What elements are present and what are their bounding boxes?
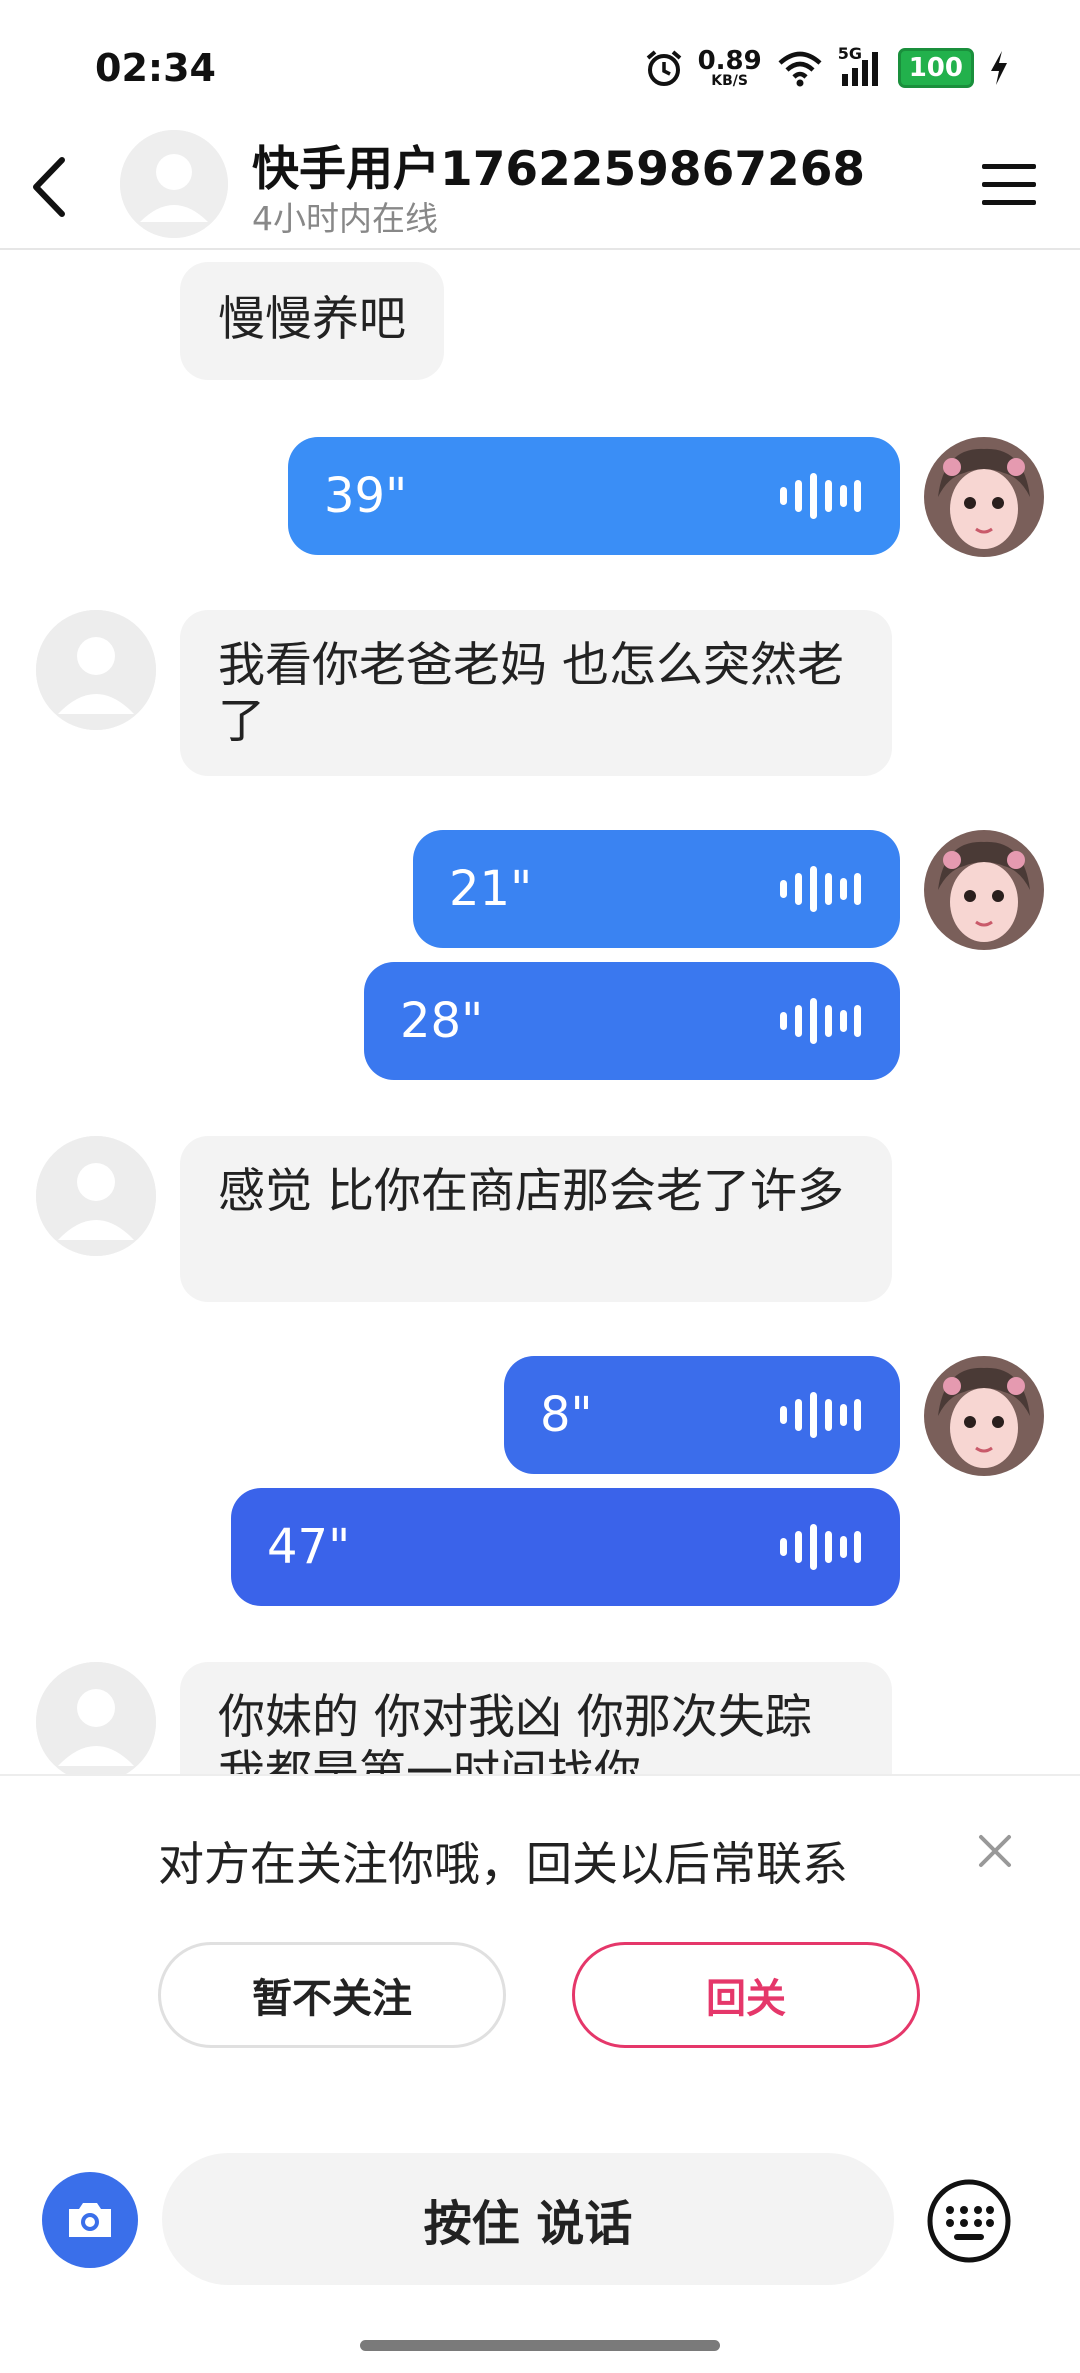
chat-message-list[interactable]: 慢慢养吧 39" 我看你老爸老妈 也怎么突然老了 21" 28" 感觉 比你在商… xyxy=(0,252,1080,1774)
contact-avatar-small[interactable] xyxy=(36,1662,156,1774)
contact-avatar-small[interactable] xyxy=(36,610,156,730)
voice-wave-icon xyxy=(780,998,861,1044)
status-icons: 0.89 KB/S 5G 100 xyxy=(644,44,1010,88)
incoming-text-bubble[interactable]: 我看你老爸老妈 也怎么突然老了 xyxy=(180,610,892,776)
default-user-icon xyxy=(36,610,156,730)
follow-back-button[interactable]: 回关 xyxy=(572,1942,920,2048)
status-bar: 02:34 0.89 KB/S 5G 100 xyxy=(0,0,1080,140)
signal-bars-icon xyxy=(841,52,878,86)
voice-wave-icon xyxy=(780,866,861,912)
voice-wave-icon xyxy=(780,1524,861,1570)
voice-wave-icon xyxy=(780,473,861,519)
incoming-text-bubble[interactable]: 慢慢养吧 xyxy=(180,262,444,380)
not-follow-button[interactable]: 暂不关注 xyxy=(158,1942,506,2048)
incoming-text-bubble[interactable]: 感觉 比你在商店那会老了许多 xyxy=(180,1136,892,1302)
follow-back-prompt: 对方在关注你哦，回关以后常联系 暂不关注 回关 xyxy=(0,1774,1080,2074)
keyboard-icon[interactable] xyxy=(926,2178,1012,2264)
outgoing-voice-bubble[interactable]: 8" xyxy=(504,1356,900,1474)
contact-avatar-small[interactable] xyxy=(36,1136,156,1256)
cellular-signal: 5G xyxy=(838,44,884,88)
alarm-icon xyxy=(646,50,681,86)
camera-button[interactable] xyxy=(42,2172,138,2268)
outgoing-voice-bubble[interactable]: 39" xyxy=(288,437,900,555)
user-photo-avatar xyxy=(924,1356,1044,1476)
status-time: 02:34 xyxy=(95,46,216,90)
default-user-icon xyxy=(36,1136,156,1256)
outgoing-voice-bubble[interactable]: 47" xyxy=(231,1488,900,1606)
voice-duration: 39" xyxy=(324,468,408,524)
outgoing-voice-bubble[interactable]: 28" xyxy=(364,962,900,1080)
default-user-icon xyxy=(120,130,228,238)
contact-avatar[interactable] xyxy=(120,130,228,238)
hold-to-talk-button[interactable]: 按住 说话 xyxy=(162,2153,894,2285)
user-photo-avatar xyxy=(924,830,1044,950)
online-status: 4小时内在线 xyxy=(252,199,438,238)
close-icon[interactable] xyxy=(975,1831,1015,1871)
message-text: 我看你老爸老妈 也怎么突然老了 xyxy=(218,638,844,749)
voice-duration: 21" xyxy=(449,861,533,917)
message-text: 感觉 比你在商店那会老了许多 xyxy=(218,1164,844,1219)
voice-duration: 28" xyxy=(400,993,484,1049)
charging-bolt-icon xyxy=(991,51,1007,85)
voice-wave-icon xyxy=(780,1392,861,1438)
incoming-text-bubble[interactable]: 你妹的 你对我凶 你那次失踪我都是第一时间找你 xyxy=(180,1662,892,1774)
my-avatar[interactable] xyxy=(924,830,1044,950)
battery-level: 100 xyxy=(897,48,974,88)
camera-icon xyxy=(69,2203,111,2237)
home-indicator[interactable] xyxy=(360,2340,720,2351)
voice-duration: 8" xyxy=(540,1387,593,1443)
follow-prompt-text: 对方在关注你哦，回关以后常联系 xyxy=(158,1837,848,1891)
network-speed: 0.89 KB/S xyxy=(698,48,762,88)
chat-header: 快手用户1762259867268 4小时内在线 xyxy=(0,120,1080,250)
default-user-icon xyxy=(36,1662,156,1774)
my-avatar[interactable] xyxy=(924,1356,1044,1476)
network-speed-unit: KB/S xyxy=(711,73,748,89)
contact-name: 快手用户1762259867268 xyxy=(252,142,866,197)
wifi-icon xyxy=(778,51,822,87)
user-photo-avatar xyxy=(924,437,1044,557)
outgoing-voice-bubble[interactable]: 21" xyxy=(413,830,900,948)
message-text: 慢慢养吧 xyxy=(218,292,406,347)
back-arrow-icon[interactable] xyxy=(22,152,82,222)
menu-icon[interactable] xyxy=(980,160,1038,210)
voice-duration: 47" xyxy=(267,1519,351,1575)
message-text: 你妹的 你对我凶 你那次失踪我都是第一时间找你 xyxy=(218,1690,812,1774)
network-speed-value: 0.89 xyxy=(697,46,762,76)
my-avatar[interactable] xyxy=(924,437,1044,557)
